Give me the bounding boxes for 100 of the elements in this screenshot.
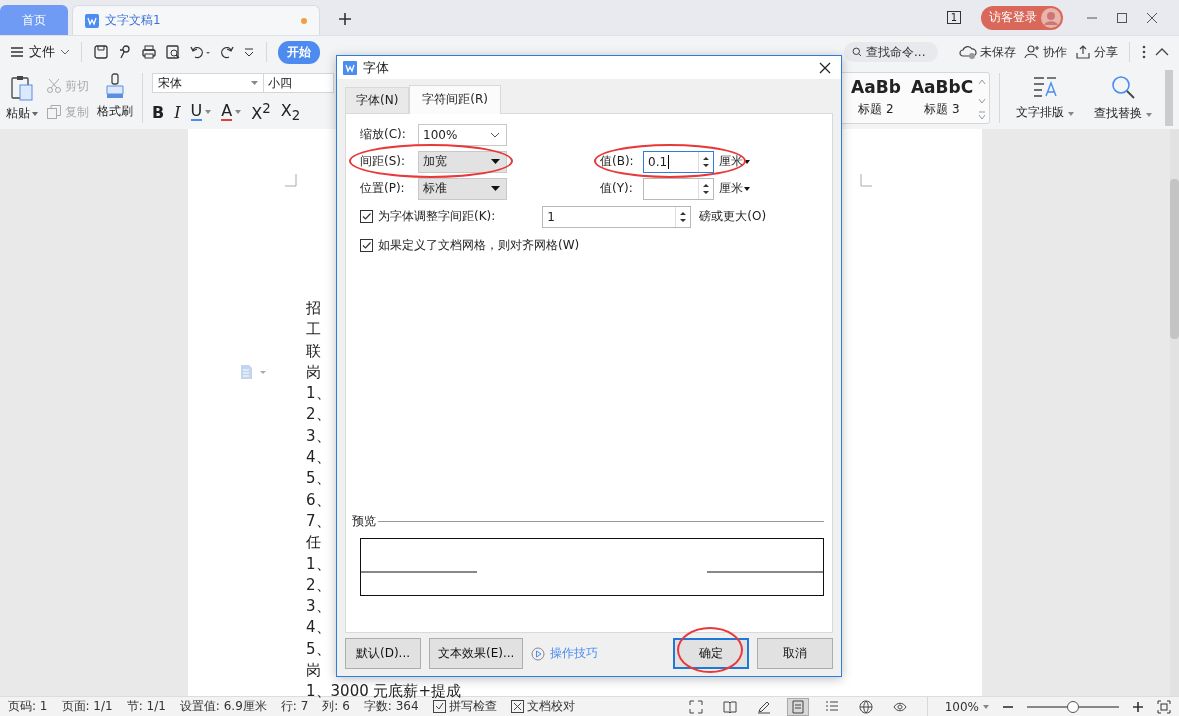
unit-dropdown[interactable]: 厘米: [719, 180, 750, 197]
collapse-icon[interactable]: [1155, 47, 1169, 58]
format-button[interactable]: X$^{2}$: [251, 101, 271, 124]
position-value-field[interactable]: [643, 177, 714, 200]
format-button[interactable]: A: [221, 103, 242, 122]
app-logo-icon: [343, 60, 357, 75]
caret-icon: [491, 186, 500, 191]
list-icon: [824, 699, 839, 714]
page-count-indicator[interactable]: 1: [946, 11, 961, 25]
field-label: 间距(S):: [360, 153, 407, 170]
caret-icon: [491, 159, 500, 164]
document-line: 任: [306, 532, 321, 554]
dialog-button[interactable]: 取消: [757, 638, 833, 669]
pin-icon[interactable]: [117, 44, 133, 61]
menu-icon: [10, 46, 24, 59]
caret-icon: [1145, 113, 1152, 118]
position-dropdown[interactable]: 标准: [418, 177, 507, 200]
style-preset[interactable]: AaBbC 标题 3: [911, 73, 973, 119]
scrollbar-thumb[interactable]: [1170, 179, 1179, 339]
print-icon[interactable]: [141, 44, 157, 61]
command-search-field[interactable]: 查找命令...: [844, 42, 938, 63]
field-label: 磅或更大(O): [699, 208, 767, 225]
find-replace-button[interactable]: 查找替换: [1087, 74, 1159, 123]
unit-dropdown[interactable]: 厘米: [719, 153, 750, 170]
paste-button[interactable]: 粘贴: [6, 72, 38, 125]
close-icon[interactable]: [819, 61, 831, 74]
text-layout-button[interactable]: 文字排版: [1009, 75, 1081, 122]
document-line: 1、: [306, 383, 331, 405]
dialog-button[interactable]: 文本效果(E)...: [429, 638, 524, 669]
redo-icon[interactable]: [219, 44, 235, 61]
spacing-value-field[interactable]: 0.1: [643, 150, 714, 173]
style-preset[interactable]: AaBb 标题 2: [845, 73, 907, 119]
status-text: 页码: 1: [8, 698, 48, 715]
checkbox-label: 如果定义了文档网格，则对齐网格(W): [378, 237, 580, 254]
dialog-tab[interactable]: 字符间距(R): [409, 85, 502, 114]
dialog-tab[interactable]: 字体(N): [345, 87, 410, 113]
checkbox[interactable]: [360, 210, 373, 223]
document-line: 工: [306, 319, 321, 341]
share-button[interactable]: 分享: [1075, 43, 1118, 61]
new-tab-icon[interactable]: [338, 12, 352, 27]
document-line: 2、: [306, 574, 331, 596]
highlight-ellipse: [677, 627, 743, 673]
caret-icon: [251, 81, 258, 86]
font-size-dropdown[interactable]: 小四: [264, 73, 334, 94]
document-line: 岗: [306, 361, 321, 383]
format-button[interactable]: U: [190, 103, 212, 122]
document-line: 3、: [306, 425, 331, 447]
collaborate-button[interactable]: 协作: [1024, 43, 1067, 61]
preview-label: 预览: [352, 513, 376, 530]
checkmark-box-icon: [432, 700, 446, 713]
maximize-icon[interactable]: [1116, 11, 1128, 24]
format-button[interactable]: X$_{2}$: [280, 101, 301, 124]
search-icon: [1110, 74, 1136, 101]
avatar-icon: [1041, 7, 1061, 28]
zoom-slider-thumb[interactable]: [1067, 700, 1079, 713]
document-line: 1、3000 元底薪+提成: [306, 681, 462, 701]
document-tab[interactable]: 文字文稿1: [72, 5, 320, 36]
kerning-field[interactable]: 1: [542, 205, 692, 228]
spell-check-button[interactable]: 拼写检查: [432, 698, 497, 715]
checkbox[interactable]: [360, 239, 373, 252]
caret-icon: [983, 704, 989, 709]
fit-window-icon[interactable]: [1157, 699, 1171, 714]
document-line: 联: [306, 340, 321, 362]
save-status-button[interactable]: 未保存: [959, 43, 1016, 61]
zoom-dropdown[interactable]: 100%: [944, 699, 989, 714]
document-line: 1、: [306, 553, 331, 575]
status-text: 设置值: 6.9厘米: [179, 698, 267, 715]
status-text: 列: 6: [322, 698, 350, 715]
print-preview-icon[interactable]: [165, 44, 181, 61]
chevron-down-icon: [490, 131, 500, 138]
copy-icon: [46, 104, 62, 121]
spacing-dropdown[interactable]: 加宽: [418, 150, 507, 173]
book-icon: [722, 699, 737, 714]
share-icon: [1075, 44, 1091, 61]
caret-icon: [235, 110, 242, 115]
caret-icon: [1067, 112, 1074, 117]
file-menu[interactable]: 文件: [10, 43, 70, 62]
zoom-in-icon[interactable]: [1133, 701, 1143, 712]
document-line: 4、: [306, 447, 331, 469]
text-layout-icon: [1032, 75, 1058, 100]
undo-icon[interactable]: [189, 44, 211, 61]
ribbon-scroll-handle[interactable]: [1165, 70, 1173, 127]
dialog-button[interactable]: 默认(D)...: [345, 638, 421, 669]
format-painter-button[interactable]: 格式刷: [97, 72, 133, 125]
proofread-button[interactable]: 文档校对: [510, 698, 575, 715]
scale-dropdown[interactable]: 100%: [418, 123, 507, 146]
format-button[interactable]: B: [152, 102, 165, 122]
dialog-title: 字体: [363, 58, 389, 77]
save-icon[interactable]: [93, 44, 109, 61]
more-icon[interactable]: [1141, 44, 1147, 61]
field-label: 位置(P):: [360, 180, 406, 197]
document-line: 7、: [306, 510, 331, 532]
close-icon[interactable]: [1146, 11, 1158, 24]
font-name-dropdown[interactable]: 宋体: [152, 73, 264, 94]
format-button[interactable]: I: [174, 102, 181, 122]
customize-icon[interactable]: [243, 46, 255, 59]
ok-button[interactable]: 确定: [673, 638, 749, 669]
status-text: 行: 7: [280, 698, 309, 715]
document-line: 岗: [306, 660, 321, 682]
chevron-down-icon: [60, 49, 70, 56]
